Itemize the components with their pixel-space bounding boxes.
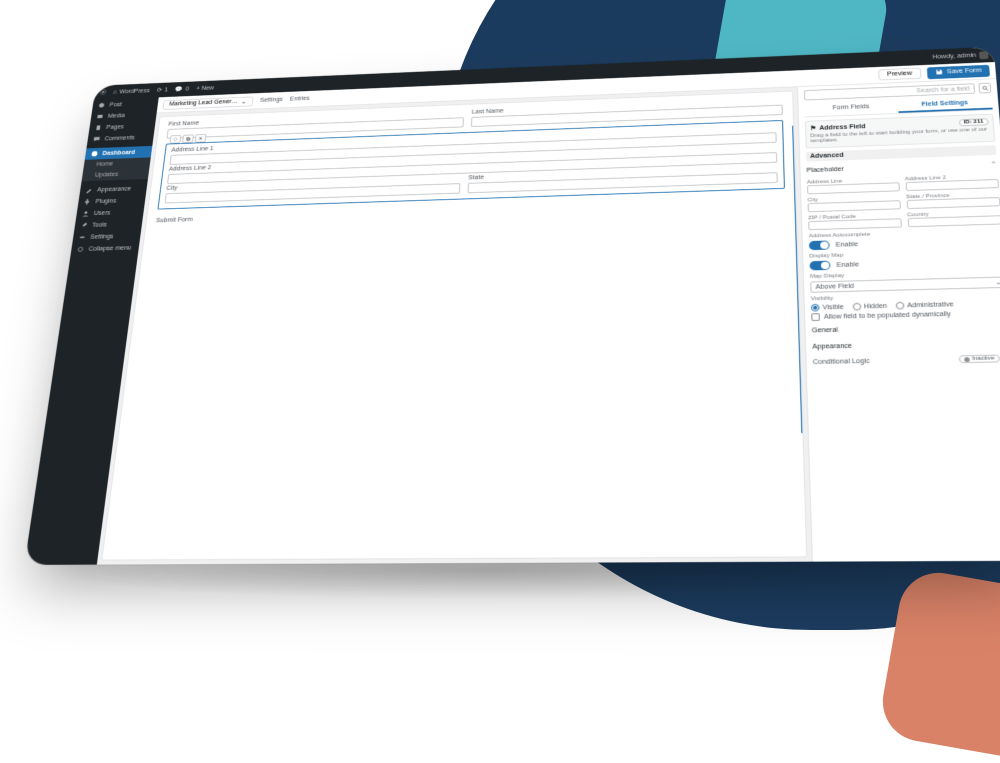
search-icon xyxy=(981,85,989,91)
displaymap-toggle[interactable] xyxy=(810,261,831,271)
visibility-option-admin[interactable]: Administrative xyxy=(895,301,954,310)
home-icon: ⌂ xyxy=(113,89,118,95)
dashboard-icon xyxy=(90,150,98,157)
displaymap-label: Enable xyxy=(836,261,859,268)
save-form-button[interactable]: Save Form xyxy=(927,64,990,78)
tab-entries[interactable]: Entries xyxy=(290,96,310,102)
toolbar-new[interactable]: + New xyxy=(196,85,214,91)
tab-settings[interactable]: Settings xyxy=(260,97,283,104)
appearance-icon xyxy=(85,187,93,194)
avatar xyxy=(979,51,989,59)
media-icon xyxy=(96,113,104,120)
field-info-box: ⚑Address Field ID: 211 Drag a field to t… xyxy=(805,114,995,149)
comment-icon: 💬 xyxy=(175,86,184,93)
autocomplete-label: Enable xyxy=(836,241,859,248)
tab-form-fields[interactable]: Form Fields xyxy=(804,100,898,116)
ph-city-input[interactable] xyxy=(808,200,901,212)
chevron-up-icon: ⌃ xyxy=(990,160,998,168)
users-icon xyxy=(82,210,90,217)
visibility-option-hidden[interactable]: Hidden xyxy=(852,302,887,310)
toolbar-updates[interactable]: ⟳1 xyxy=(156,87,168,94)
workspace: Marketing Lead Gener… ⌄ Settings Entries… xyxy=(97,62,1000,565)
settings-icon xyxy=(78,234,86,241)
visibility-option-visible[interactable]: Visible xyxy=(811,303,844,311)
pages-icon xyxy=(94,124,102,131)
tablet-frame: ⓦ ⌂WordPress ⟳1 💬0 + New Howdy, admin Po… xyxy=(24,47,1000,565)
form-canvas[interactable]: First Name Last Name xyxy=(101,91,807,561)
preview-button[interactable]: Preview xyxy=(878,68,921,81)
search-button[interactable] xyxy=(978,83,991,94)
toolbar-site-link[interactable]: ⌂WordPress xyxy=(113,88,150,95)
toolbar-site-name: WordPress xyxy=(119,88,150,95)
plugins-icon xyxy=(83,198,91,205)
group-conditional-logic[interactable]: Conditional Logic Inactive xyxy=(813,353,1000,367)
comment-icon xyxy=(93,136,101,143)
toolbar-comments[interactable]: 💬0 xyxy=(175,86,190,93)
group-general[interactable]: General⌄ xyxy=(812,320,1000,337)
radio-icon xyxy=(895,302,904,310)
sidebar-item-collapse[interactable]: Collapse menu xyxy=(71,242,140,256)
collapse-icon xyxy=(76,246,84,253)
radio-icon xyxy=(811,304,820,312)
toolbar-wp-logo[interactable]: ⓦ xyxy=(99,88,106,96)
field-id-badge: ID: 211 xyxy=(958,118,988,126)
tab-field-settings[interactable]: Field Settings xyxy=(897,96,992,113)
autocomplete-toggle[interactable] xyxy=(809,240,830,250)
chevron-down-icon: ⌄ xyxy=(995,279,1000,287)
conditional-state-pill: Inactive xyxy=(959,355,1000,364)
flag-icon: ⚑ xyxy=(810,125,816,132)
pin-icon xyxy=(98,102,106,109)
form-title-dropdown[interactable]: Marketing Lead Gener… ⌄ xyxy=(162,96,253,109)
wordpress-icon: ⓦ xyxy=(99,88,106,96)
radio-icon xyxy=(852,303,861,311)
refresh-icon: ⟳ xyxy=(156,87,162,94)
chevron-down-icon: ⌄ xyxy=(241,98,247,105)
right-panel: Search for a field Form Fields Field Set… xyxy=(797,79,1000,562)
save-icon xyxy=(935,68,944,77)
toolbar-howdy[interactable]: Howdy, admin xyxy=(932,51,988,61)
tools-icon xyxy=(80,222,88,229)
group-appearance[interactable]: Appearance⌄ xyxy=(812,337,1000,354)
checkbox-icon xyxy=(811,313,820,321)
field-type-title: Address Field xyxy=(819,123,866,131)
